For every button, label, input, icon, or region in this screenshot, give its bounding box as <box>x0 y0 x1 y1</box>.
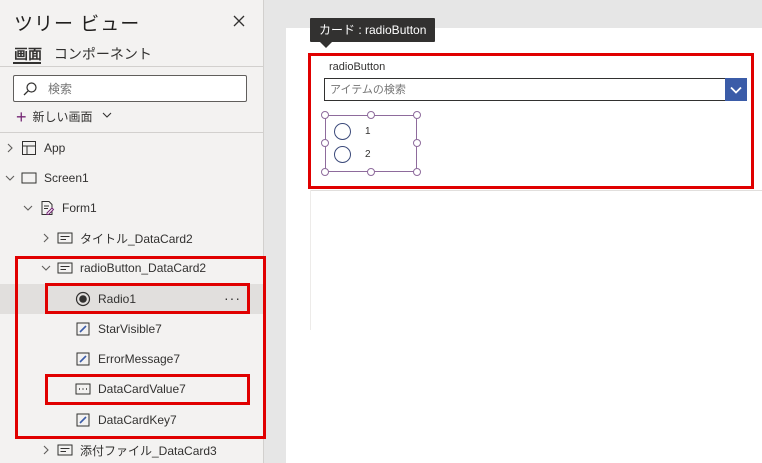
tree-item-label: Form1 <box>62 201 97 215</box>
new-screen-label: 新しい画面 <box>32 110 93 124</box>
close-icon[interactable] <box>230 12 248 30</box>
search-box[interactable] <box>13 75 247 102</box>
chevron-right-icon[interactable] <box>4 142 16 154</box>
tree-item-label: Screen1 <box>44 171 89 185</box>
datacard-icon <box>56 442 74 458</box>
tree-item-label: App <box>44 141 66 155</box>
search-icon <box>22 81 38 97</box>
divider <box>310 190 762 191</box>
chevron-down-icon[interactable] <box>22 202 34 214</box>
tree-item-label: タイトル_DataCard2 <box>80 231 193 246</box>
screen-icon <box>20 170 38 186</box>
panel-title: ツリー ビュー <box>14 14 141 35</box>
tab-components[interactable]: コンポーネント <box>54 44 152 64</box>
highlight-box <box>308 53 754 189</box>
card-tooltip: カード : radioButton <box>310 18 436 42</box>
highlight-box <box>45 374 250 405</box>
chevron-down-icon[interactable] <box>4 172 16 184</box>
tree-item-attachment-datacard[interactable]: 添付ファイル_DataCard3 <box>0 435 264 463</box>
tab-bar: 画面 コンポーネント <box>14 44 160 64</box>
chevron-right-icon[interactable] <box>40 444 52 456</box>
tree-item-form1[interactable]: Form1 <box>0 193 264 223</box>
tab-underline <box>13 62 41 64</box>
tree-item-title-datacard[interactable]: タイトル_DataCard2 <box>0 223 264 253</box>
search-input[interactable] <box>48 80 238 98</box>
tree-item-label: 添付ファイル_DataCard3 <box>80 443 217 458</box>
tree-item-screen1[interactable]: Screen1 <box>0 163 264 193</box>
divider <box>0 66 264 67</box>
tab-screens[interactable]: 画面 <box>14 44 42 64</box>
datacard-icon <box>56 230 74 246</box>
tree-item-app[interactable]: App <box>0 133 264 163</box>
plus-icon: + <box>16 106 27 127</box>
form-icon <box>38 200 56 216</box>
chevron-down-icon <box>101 109 113 124</box>
highlight-box <box>45 283 250 314</box>
divider <box>310 190 311 330</box>
tooltip-arrow <box>320 42 332 48</box>
new-screen-button[interactable]: + 新しい画面 <box>16 106 113 127</box>
chevron-right-icon[interactable] <box>40 232 52 244</box>
app-icon <box>20 140 38 156</box>
